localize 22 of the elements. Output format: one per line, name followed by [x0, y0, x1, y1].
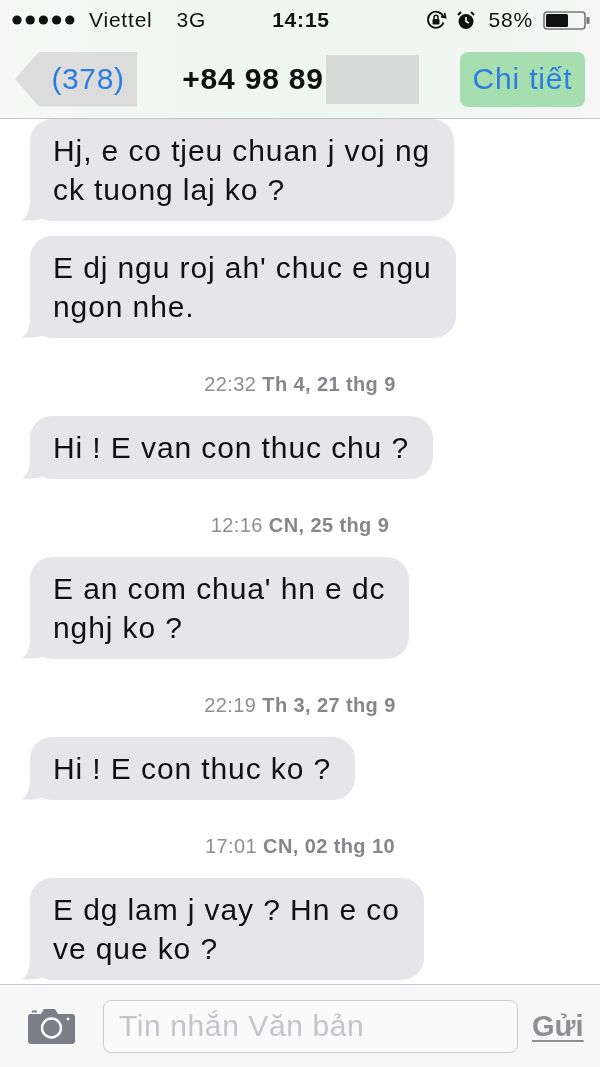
signal-icon — [12, 15, 75, 25]
clock-time: 14:15 — [272, 8, 330, 32]
network-type: 3G — [176, 8, 207, 32]
timestamp: 12:16 CN, 25 thg 9 — [210, 514, 390, 536]
battery-icon — [543, 10, 590, 30]
message-text: Hi ! E van con thuc chu ? — [53, 430, 409, 466]
alarm-clock-icon — [456, 10, 475, 30]
message-text: E dg lam j vay ? Hn e co ve que ko ? — [53, 892, 400, 967]
timestamp: 17:01 CN, 02 thg 10 — [205, 835, 395, 857]
details-button[interactable]: Chi tiết — [460, 51, 585, 107]
camera-icon[interactable] — [28, 1008, 75, 1044]
timestamp: 22:19 Th 3, 27 thg 9 — [204, 694, 396, 716]
back-button[interactable]: (378) — [15, 51, 137, 107]
message-text: Hi ! E con thuc ko ? — [53, 751, 332, 787]
contact-title: +84 98 89 — [182, 62, 324, 96]
message-text: E dj ngu roj ah' chuc e ngu ngon nhe. — [53, 250, 432, 325]
message-text: Hj, e co tjeu chuan j voj ng ck tuong laj ko ? — [53, 133, 431, 208]
carrier-name: Viettel — [89, 8, 153, 32]
timestamp: 22:32 Th 4, 21 thg 9 — [204, 373, 396, 395]
rotation-lock-icon — [424, 9, 447, 31]
message-text: E an com chua' hn e dc nghj ko ? — [53, 571, 386, 646]
battery-percentage: 58% — [488, 8, 533, 32]
